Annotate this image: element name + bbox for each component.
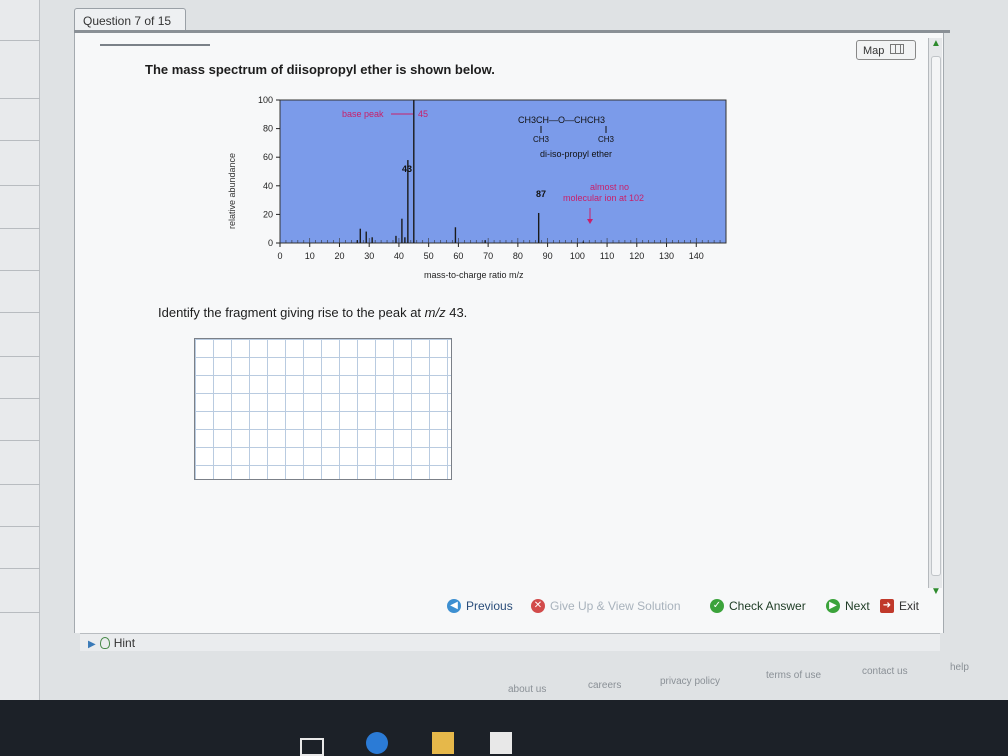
molecular-ion-note-line2: molecular ion at 102 [563, 193, 644, 203]
x-tick-label: 0 [277, 251, 282, 261]
give-up-icon: ✕ [531, 599, 545, 613]
x-tick-label: 140 [689, 251, 704, 261]
base-peak-label: base peak [342, 109, 384, 119]
next-button[interactable]: ▶ Next [826, 596, 870, 616]
structure-formula: CH3CH—O—CHCH3 [518, 115, 605, 125]
y-tick-label: 0 [268, 238, 273, 248]
previous-button[interactable]: ◀ Previous [447, 596, 513, 616]
map-button[interactable]: Map [856, 40, 916, 60]
y-tick-label: 60 [263, 152, 273, 162]
grid-icon [890, 44, 905, 54]
plot-background [279, 99, 727, 244]
about-us-link[interactable]: about us [508, 684, 546, 695]
answer-drawing-canvas[interactable] [194, 338, 452, 480]
give-up-label: Give Up & View Solution [550, 599, 681, 613]
check-answer-label: Check Answer [729, 599, 806, 613]
left-margin [0, 0, 40, 700]
scroll-down-icon[interactable]: ▼ [929, 586, 943, 600]
privacy-policy-link[interactable]: privacy policy [660, 676, 720, 687]
identify-prompt: Identify the fragment giving rise to the… [158, 305, 467, 320]
vertical-scrollbar[interactable]: ▲ ▼ [928, 38, 943, 597]
question-tab[interactable]: Question 7 of 15 [74, 8, 186, 32]
structure-methyl-right: CH3 [598, 135, 615, 144]
structure-methyl-left: CH3 [533, 135, 550, 144]
next-icon: ▶ [826, 599, 840, 613]
x-axis-label: mass-to-charge ratio m/z [424, 270, 524, 280]
previous-icon: ◀ [447, 599, 461, 613]
y-tick-label: 80 [263, 124, 273, 134]
base-peak-mz-label: 45 [418, 109, 428, 119]
give-up-button[interactable]: ✕ Give Up & View Solution [531, 596, 681, 616]
structure-name: di-iso-propyl ether [540, 149, 612, 159]
lightbulb-icon [99, 637, 110, 649]
contact-us-link[interactable]: contact us [862, 666, 908, 677]
help-link[interactable]: help [950, 662, 969, 673]
x-tick-label: 30 [364, 251, 374, 261]
exit-label: Exit [899, 599, 920, 613]
task-view-icon[interactable] [300, 738, 324, 756]
x-tick-label: 40 [394, 251, 404, 261]
identify-mz: m/z [424, 305, 446, 320]
peak-87-label: 87 [536, 189, 546, 199]
y-tick-label: 100 [258, 95, 273, 105]
section-heading [100, 38, 210, 46]
exit-button[interactable]: ➜ Exit [880, 596, 919, 616]
file-explorer-icon[interactable] [432, 732, 454, 754]
hint-toggle[interactable]: ▶ Hint [80, 633, 940, 651]
terms-of-use-link[interactable]: terms of use [766, 670, 821, 681]
identify-prefix: Identify the fragment giving rise to the… [158, 305, 425, 320]
check-answer-button[interactable]: ✓ Check Answer [710, 596, 806, 616]
x-tick-label: 130 [659, 251, 674, 261]
browser-icon[interactable] [366, 732, 388, 754]
question-text: The mass spectrum of diisopropyl ether i… [145, 62, 495, 77]
peak-43-label: 43 [402, 164, 412, 174]
x-tick-label: 60 [453, 251, 463, 261]
map-label: Map [863, 45, 885, 57]
exit-icon: ➜ [880, 599, 894, 613]
footer-links: about us careers privacy policy terms of… [500, 660, 980, 695]
scroll-up-icon[interactable]: ▲ [929, 38, 943, 52]
check-icon: ✓ [710, 599, 724, 613]
x-tick-label: 120 [629, 251, 644, 261]
x-tick-label: 10 [305, 251, 315, 261]
scroll-thumb[interactable] [931, 56, 941, 576]
x-tick-label: 50 [424, 251, 434, 261]
hint-arrow-icon: ▶ [88, 639, 96, 650]
x-tick-label: 100 [570, 251, 585, 261]
x-tick-label: 110 [600, 251, 614, 261]
x-tick-label: 90 [543, 251, 553, 261]
mass-spectrum-chart: 0 20 40 60 80 100 0 10 20 30 40 50 60 70 80 90 100 110 12… [258, 95, 727, 280]
hint-label: Hint [113, 636, 136, 650]
x-tick-label: 20 [334, 251, 344, 261]
next-label: Next [845, 599, 870, 613]
y-tick-label: 40 [263, 181, 273, 191]
identify-suffix: 43. [445, 305, 468, 320]
y-tick-label: 20 [263, 209, 273, 219]
molecular-ion-note-line1: almost no [590, 182, 629, 192]
x-tick-label: 70 [483, 251, 493, 261]
careers-link[interactable]: careers [588, 680, 621, 691]
previous-label: Previous [466, 599, 513, 613]
x-tick-label: 80 [513, 251, 523, 261]
store-icon[interactable] [490, 732, 512, 754]
